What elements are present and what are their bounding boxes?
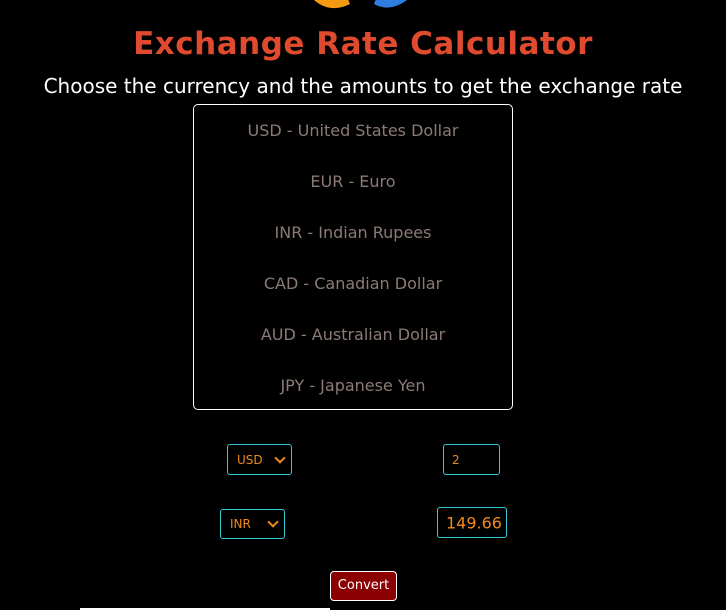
chevron-down-icon [267,516,279,528]
page: Exchange Rate Calculator Choose the curr… [0,0,726,610]
from-amount-value: 2 [452,452,460,467]
currency-list-item: AUD - Australian Dollar [260,325,446,344]
currency-list-item: INR - Indian Rupees [274,223,432,242]
to-currency-select[interactable]: INR [220,509,285,539]
convert-button[interactable]: Convert [330,571,397,601]
currency-list-item: USD - United States Dollar [247,121,459,140]
app-logo-icon [314,0,408,9]
chevron-down-icon [274,451,286,464]
from-currency-value: USD [237,452,263,467]
currency-list-item: EUR - Euro [310,172,396,191]
page-subtitle: Choose the currency and the amounts to g… [43,74,683,98]
to-currency-value: INR [230,517,251,531]
currency-list-item: CAD - Canadian Dollar [263,274,443,293]
currency-list-item: JPY - Japanese Yen [280,376,426,395]
to-amount-value: 149.66 [446,513,502,532]
from-amount-input[interactable]: 2 [443,444,500,475]
page-title: Exchange Rate Calculator [133,26,593,62]
currency-list: USD - United States Dollar EUR - Euro IN… [193,104,513,410]
from-currency-select[interactable]: USD [227,444,292,475]
to-amount-output: 149.66 [437,507,507,538]
